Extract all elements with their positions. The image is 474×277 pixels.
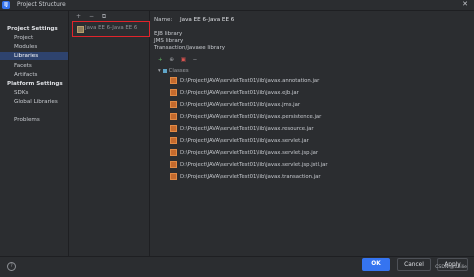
library-toolbar: + − ⧉ [76,13,112,21]
classes-icon [162,68,167,73]
jar-row[interactable]: D:\Project\JAVA\servletTest01\lib\javax.… [170,149,318,157]
jar-row[interactable]: D:\Project\JAVA\servletTest01\lib\javax.… [170,125,314,133]
nav-item-sdks[interactable]: SDKs [14,90,28,96]
add-icon[interactable]: + [76,13,81,20]
jar-icon [170,89,177,96]
special-icon[interactable]: ▣ [181,57,186,63]
jar-path: D:\Project\JAVA\servletTest01\lib\javax.… [180,162,328,168]
watermark: CSDN @tuiilie [435,265,467,270]
library-list-panel [69,11,150,256]
detail-line: Transaction/javaee library [154,45,226,51]
remove-icon[interactable]: − [89,13,94,20]
jar-path: D:\Project\JAVA\servletTest01\lib\javax.… [180,114,322,120]
jar-path: D:\Project\JAVA\servletTest01\lib\javax.… [180,102,301,108]
jar-row[interactable]: D:\Project\JAVA\servletTest01\lib\javax.… [170,161,328,169]
nav-item-modules[interactable]: Modules [14,44,37,50]
nav-item-project[interactable]: Project [14,35,33,41]
close-icon[interactable]: ✕ [462,0,468,8]
jar-row[interactable]: D:\Project\JAVA\servletTest01\lib\javax.… [170,173,321,181]
jar-row[interactable]: D:\Project\JAVA\servletTest01\lib\javax.… [170,101,300,109]
library-entry-label[interactable]: Java EE 6-Java EE 6 [85,25,137,31]
jar-icon [170,161,177,168]
title-bar: IJ Project Structure ✕ [0,0,474,11]
jar-icon [170,113,177,120]
detail-line: EJB library [154,31,183,37]
jar-path: D:\Project\JAVA\servletTest01\lib\javax.… [180,126,314,132]
jar-path: D:\Project\JAVA\servletTest01\lib\javax.… [180,150,319,156]
nav-item-facets[interactable]: Facets [14,63,32,69]
name-label: Name: [154,17,173,23]
jar-icon [170,149,177,156]
jar-path: D:\Project\JAVA\servletTest01\lib\javax.… [180,90,299,96]
nav-item-problems[interactable]: Problems [14,117,40,123]
intellij-icon: IJ [2,1,10,9]
ok-button[interactable]: OK [362,258,390,271]
detail-line: JMS library [154,38,184,44]
jar-icon [170,125,177,132]
jar-row[interactable]: D:\Project\JAVA\servletTest01\lib\javax.… [170,137,309,145]
jar-icon [170,101,177,108]
classes-label: Classes [168,68,189,74]
jar-path: D:\Project\JAVA\servletTest01\lib\javax.… [180,138,309,144]
add-icon[interactable]: + [158,57,163,63]
remove-icon[interactable]: − [193,57,198,63]
jar-row[interactable]: D:\Project\JAVA\servletTest01\lib\javax.… [170,113,321,121]
jar-row[interactable]: D:\Project\JAVA\servletTest01\lib\javax.… [170,77,319,85]
classes-toolbar: + ⊕ ▣ − [158,57,202,63]
section-platform-settings: Platform Settings [7,81,63,87]
help-icon[interactable]: ? [7,262,16,271]
name-field[interactable]: Java EE 6-Java EE 6 [180,17,234,23]
jar-icon [170,173,177,180]
jar-icon [170,137,177,144]
nav-item-artifacts[interactable]: Artifacts [14,72,37,78]
copy-icon[interactable]: ⧉ [102,13,106,20]
jar-row[interactable]: D:\Project\JAVA\servletTest01\lib\javax.… [170,89,299,97]
nav-item-global-libraries[interactable]: Global Libraries [14,99,58,105]
nav-item-libraries[interactable]: Libraries [0,52,68,60]
jar-path: D:\Project\JAVA\servletTest01\lib\javax.… [180,78,320,84]
chevron-down-icon[interactable]: ▾ [158,68,161,74]
window-title: Project Structure [17,1,66,8]
add-attached-icon[interactable]: ⊕ [169,57,174,63]
jar-path: D:\Project\JAVA\servletTest01\lib\javax.… [180,174,321,180]
library-icon [77,26,84,33]
classes-header[interactable]: ▾ Classes [158,68,189,74]
section-project-settings: Project Settings [7,26,58,32]
jar-icon [170,77,177,84]
cancel-button[interactable]: Cancel [397,258,431,271]
